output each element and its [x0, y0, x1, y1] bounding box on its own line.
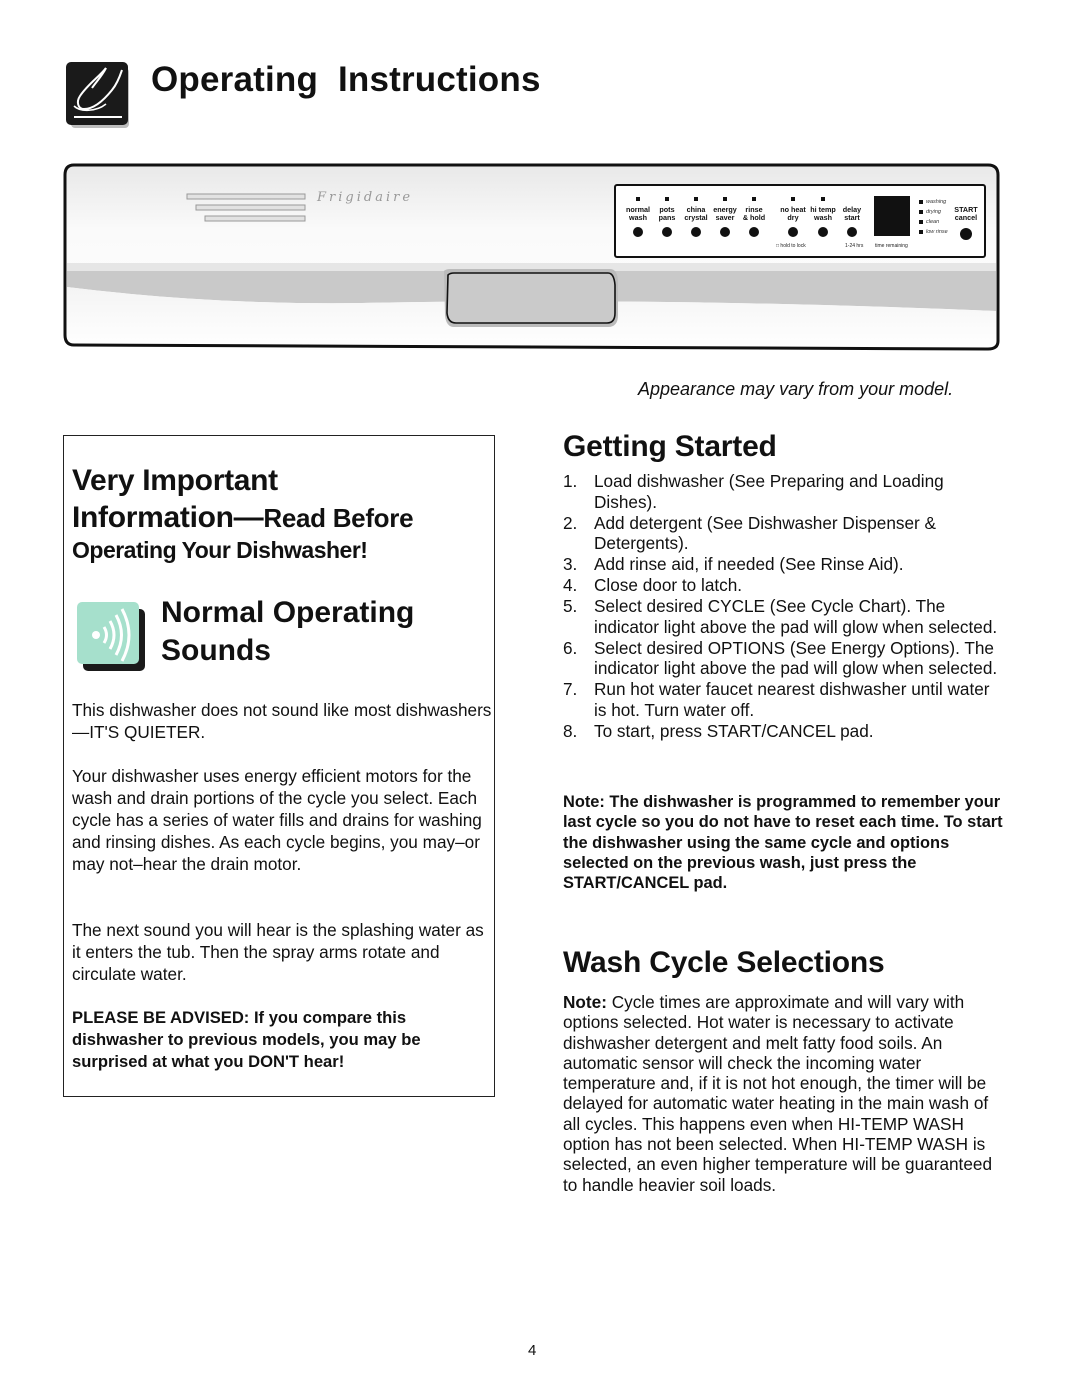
status-light: drying [919, 207, 948, 217]
pad[interactable] [960, 228, 972, 240]
pad[interactable] [847, 227, 857, 237]
indicator-icon [919, 229, 923, 234]
indicator-icon [919, 199, 923, 204]
status-light: clean [919, 217, 948, 227]
pad[interactable] [691, 227, 701, 237]
important-info-subheading: Operating Your Dishwasher! [72, 537, 368, 563]
indicator-light [636, 197, 640, 201]
control-pad-area: normal wash pots pans china crystal ener… [614, 184, 986, 258]
step-item: 4. Close door to latch. [563, 575, 743, 595]
normal-sounds-title: Normal Operating Sounds [161, 596, 415, 667]
no-heat-dry-button[interactable]: no heat dry [776, 186, 810, 237]
getting-started-title: Getting Started [563, 430, 777, 463]
status-light: washing [919, 197, 948, 207]
indicator-light [821, 197, 825, 201]
hold-to-lock-label: □ hold to lock [776, 243, 806, 249]
time-remaining-label: time remaining [875, 243, 908, 249]
step-item: 8. To start, press START/CANCEL pad. [563, 720, 874, 741]
indicator-light [723, 197, 727, 201]
pad[interactable] [749, 227, 759, 237]
pad[interactable] [633, 227, 643, 237]
delay-range-label: 1-24 hrs [845, 243, 864, 249]
info-paragraph: This dishwasher does not sound like most… [72, 700, 492, 742]
step-item: 5. Select desired CYCLE (See Cycle Chart)… [563, 596, 998, 637]
pad[interactable] [788, 227, 798, 237]
status-lights: washing drying clean low rinse [919, 197, 948, 237]
step-item: 1. Load dishwasher (See Preparing and Loa… [563, 471, 944, 512]
wash-cycle-note: Note: Cycle times are approximate and wi… [563, 992, 993, 1195]
step-item: 6. Select desired OPTIONS (See Energy Opt… [563, 637, 998, 679]
important-info-heading: Very Important Information—Read Before [72, 464, 414, 534]
wash-cycle-title: Wash Cycle Selections [563, 946, 885, 979]
step-item: 2. Add detergent (See Dishwasher Dispense… [563, 512, 937, 554]
rinse-hold-button[interactable]: rinse & hold [737, 186, 771, 237]
step-item: 3. Add rinse aid, if needed (See Rinse Ai… [563, 554, 904, 574]
info-paragraph: Your dishwasher uses energy efficient mo… [72, 766, 482, 874]
page-title: Operating Instructions [151, 60, 541, 99]
important-info-box: Very Important Information—Read Before O… [63, 435, 495, 1097]
pad[interactable] [662, 227, 672, 237]
indicator-light [665, 197, 669, 201]
indicator-light [752, 197, 756, 201]
start-cancel-button[interactable]: START cancel [950, 186, 982, 240]
getting-started-steps: 1. Load dishwasher (See Preparing and Loa… [563, 471, 1003, 742]
indicator-icon [919, 209, 923, 214]
indicator-light [694, 197, 698, 201]
time-display [874, 196, 910, 236]
appearance-caption: Appearance may vary from your model. [638, 379, 954, 399]
indicator-icon [919, 219, 923, 224]
pad[interactable] [720, 227, 730, 237]
sound-waves-icon [77, 602, 147, 674]
brand-logo: Frigidaire [317, 190, 414, 205]
indicator-light [791, 197, 795, 201]
finger-touch-icon [66, 62, 130, 128]
advisory-paragraph: PLEASE BE ADVISED: If you compare this d… [72, 1008, 421, 1071]
getting-started-note: Note: The dishwasher is programmed to re… [563, 793, 1003, 893]
info-paragraph: The next sound you will hear is the spla… [72, 920, 484, 984]
step-item: 7. Run hot water faucet nearest dishwashe… [563, 679, 990, 720]
status-light: low rinse [919, 227, 948, 237]
lock-icon: □ [776, 243, 780, 249]
delay-start-button[interactable]: delay start [835, 186, 869, 237]
pad[interactable] [818, 227, 828, 237]
page-number: 4 [528, 1342, 537, 1359]
